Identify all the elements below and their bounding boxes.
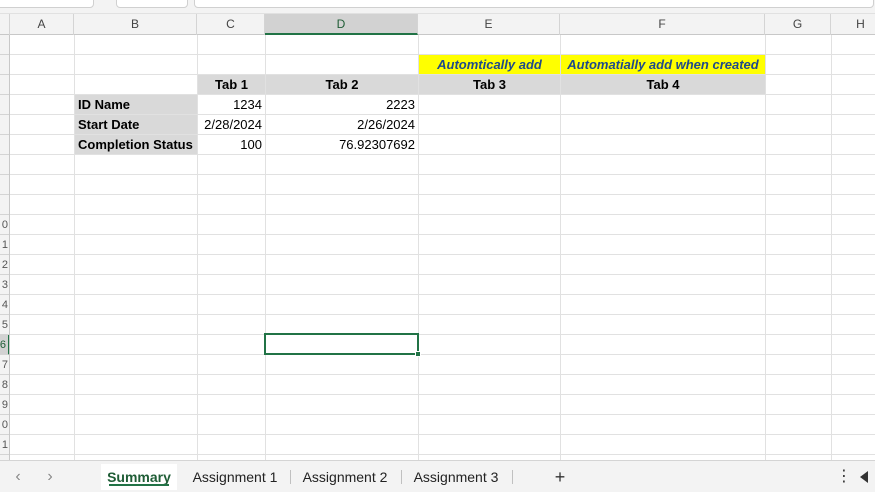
tab-separator — [290, 470, 291, 484]
row-header[interactable]: 2 — [0, 255, 9, 275]
row-header[interactable]: 5 — [0, 315, 9, 335]
row-header[interactable]: 0 — [0, 215, 9, 235]
row-header[interactable] — [0, 195, 9, 215]
search-box[interactable] — [116, 0, 188, 8]
fill-handle[interactable] — [415, 351, 421, 357]
row-header[interactable] — [0, 175, 9, 195]
gridline — [10, 414, 875, 415]
tab-separator — [512, 470, 513, 484]
label-completion-status[interactable]: Completion Status — [75, 135, 197, 154]
gridline — [10, 454, 875, 455]
tab1-id-name[interactable]: 1234 — [198, 95, 265, 114]
gridline — [765, 35, 766, 460]
column-header-g[interactable]: G — [765, 14, 831, 35]
gridline — [10, 394, 875, 395]
gridline — [418, 35, 419, 460]
active-cell-selection[interactable] — [264, 333, 421, 357]
next-sheet-arrow-icon[interactable]: › — [38, 466, 62, 488]
row-header[interactable] — [0, 35, 9, 55]
row-headers: 0 1 2 3 4 5 6 7 8 9 0 1 — [0, 35, 10, 460]
column-headers: A B C D E F G H — [0, 14, 875, 35]
tab1-start-date[interactable]: 2/28/2024 — [198, 115, 265, 134]
gridline — [10, 254, 875, 255]
gridline — [560, 35, 561, 460]
row-header[interactable] — [0, 95, 9, 115]
column-header-c[interactable]: C — [197, 14, 265, 35]
gridline — [10, 234, 875, 235]
gridline — [10, 154, 875, 155]
row-header[interactable]: 1 — [0, 235, 9, 255]
header-tab-4[interactable]: Tab 4 — [561, 75, 765, 94]
header-tab-3[interactable]: Tab 3 — [419, 75, 560, 94]
column-header-e[interactable]: E — [418, 14, 560, 35]
header-tab-2[interactable]: Tab 2 — [266, 75, 418, 94]
gridline — [10, 374, 875, 375]
cell-grid[interactable]: Automtically add Automatially add when c… — [10, 35, 875, 460]
column-header-d[interactable]: D — [265, 14, 418, 35]
formula-input[interactable] — [194, 0, 874, 8]
name-box[interactable] — [0, 0, 94, 8]
active-tab-underline — [109, 484, 169, 486]
sheet-tab-assignment-3[interactable]: Assignment 3 — [405, 464, 507, 490]
tab2-start-date[interactable]: 2/26/2024 — [266, 115, 418, 134]
column-header-b[interactable]: B — [74, 14, 197, 35]
sheet-tab-assignment-1[interactable]: Assignment 1 — [184, 464, 286, 490]
gridline — [10, 194, 875, 195]
sheet-tab-bar: ‹ › Summary Assignment 1 Assignment 2 As… — [0, 460, 875, 492]
gridline — [10, 294, 875, 295]
gridline — [10, 434, 875, 435]
more-options-icon[interactable]: ⋮ — [836, 464, 852, 490]
gridline — [10, 354, 875, 355]
note-automatically-add[interactable]: Automtically add — [419, 55, 560, 74]
row-header[interactable] — [0, 115, 9, 135]
gridline — [10, 314, 875, 315]
tab2-completion-status[interactable]: 76.92307692 — [266, 135, 418, 154]
sheet-tab-summary[interactable]: Summary — [101, 464, 177, 490]
row-header[interactable] — [0, 75, 9, 95]
sheet-tab-label: Summary — [107, 469, 171, 485]
tab2-id-name[interactable]: 2223 — [266, 95, 418, 114]
tab-separator — [401, 470, 402, 484]
gridline — [10, 174, 875, 175]
row-header[interactable]: 3 — [0, 275, 9, 295]
formula-bar-partial — [0, 0, 875, 14]
column-header-a[interactable]: A — [10, 14, 74, 35]
select-all-corner[interactable] — [0, 14, 10, 35]
row-header[interactable] — [0, 135, 9, 155]
row-header[interactable]: 8 — [0, 375, 9, 395]
row-header-selected[interactable]: 6 — [0, 335, 9, 355]
row-header[interactable]: 0 — [0, 415, 9, 435]
header-tab-1[interactable]: Tab 1 — [198, 75, 265, 94]
label-start-date[interactable]: Start Date — [75, 115, 197, 134]
column-header-f[interactable]: F — [560, 14, 765, 35]
gridline — [10, 334, 875, 335]
gridline — [10, 274, 875, 275]
row-header[interactable] — [0, 155, 9, 175]
label-id-name[interactable]: ID Name — [75, 95, 197, 114]
scroll-left-arrow-icon[interactable] — [858, 469, 870, 485]
row-header[interactable]: 4 — [0, 295, 9, 315]
sheet-tab-assignment-2[interactable]: Assignment 2 — [294, 464, 396, 490]
row-header[interactable]: 7 — [0, 355, 9, 375]
row-header[interactable] — [0, 55, 9, 75]
column-header-h[interactable]: H — [831, 14, 875, 35]
gridline — [10, 214, 875, 215]
row-header[interactable]: 9 — [0, 395, 9, 415]
row-header[interactable]: 1 — [0, 435, 9, 455]
tab1-completion-status[interactable]: 100 — [198, 135, 265, 154]
note-automatically-add-when-created[interactable]: Automatially add when created — [561, 55, 765, 74]
add-sheet-icon[interactable]: + — [548, 464, 572, 490]
previous-sheet-arrow-icon[interactable]: ‹ — [6, 466, 30, 488]
gridline — [831, 35, 832, 460]
